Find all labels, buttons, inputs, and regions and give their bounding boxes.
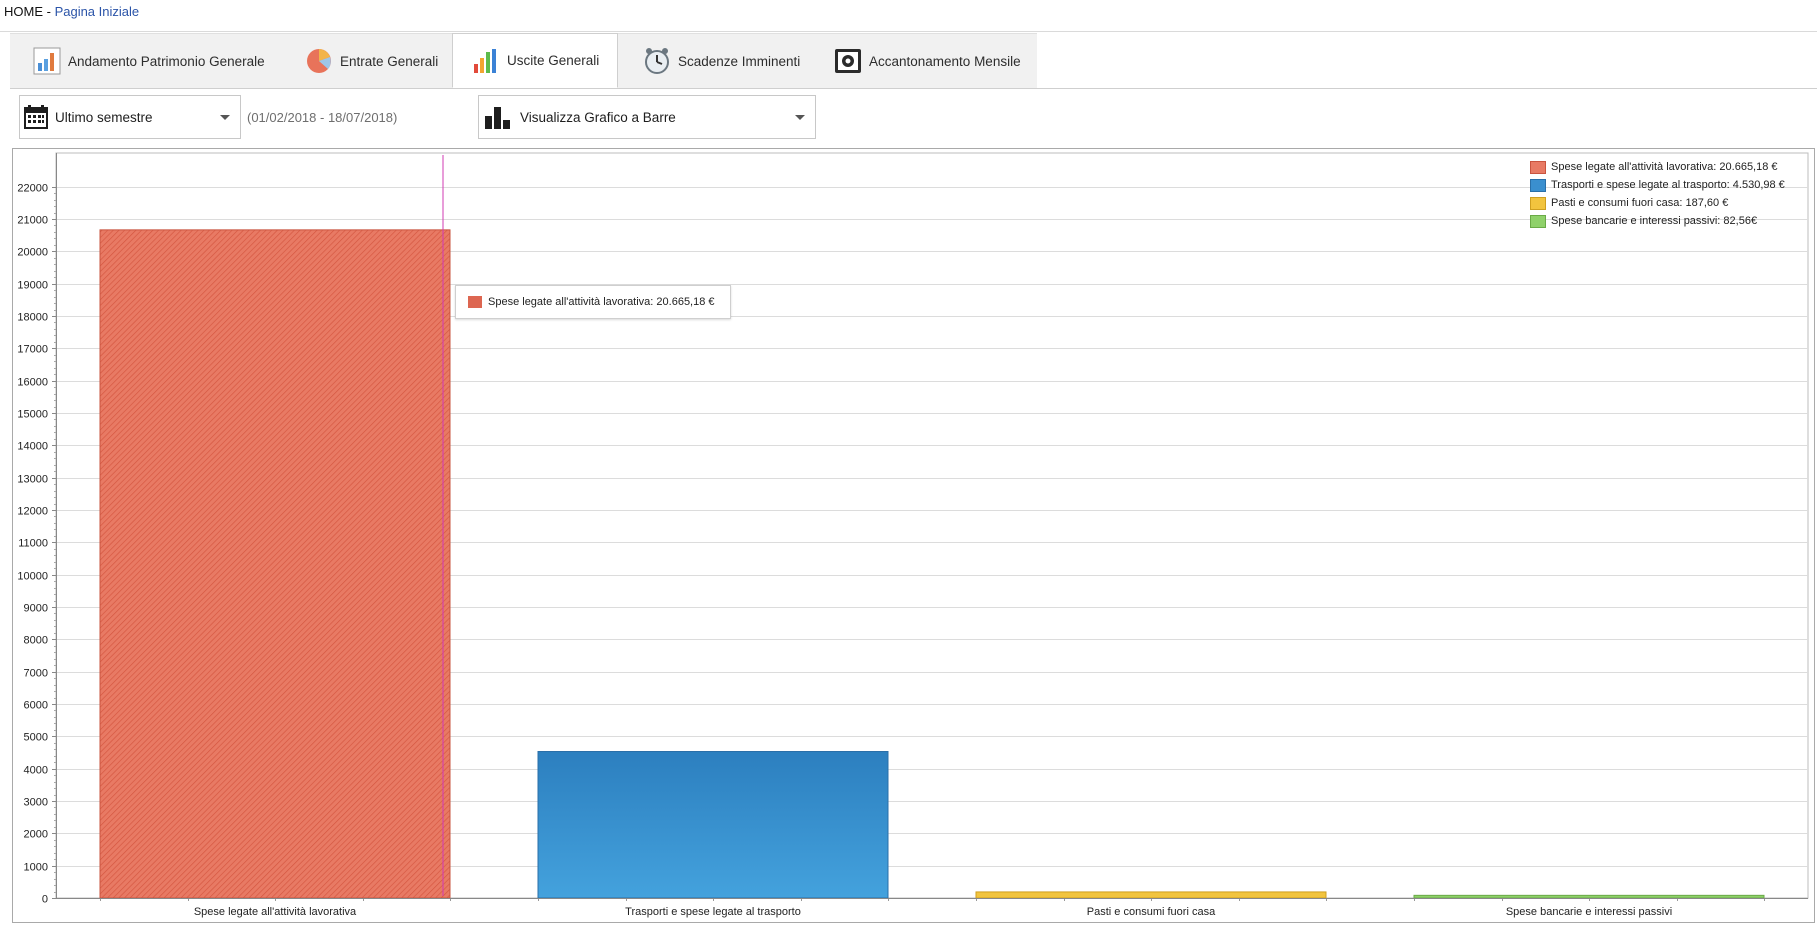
bar-chart: 0 1000 2000 3000 4000 5000 6000 7000 8000 9000 100… [17,152,1809,918]
x-tick-label: Trasporti e spese legate al trasporto [625,906,801,918]
bar-chart-icon [471,46,501,76]
legend-swatch [1530,178,1546,192]
tab-label: Entrate Generali [340,53,439,69]
y-tick-label: 0 [42,894,48,906]
breadcrumb-separator: - [43,4,55,19]
chart-panel: 0 1000 2000 3000 4000 5000 6000 7000 8000 9000 100… [12,148,1815,923]
y-tick-label: 13000 [17,474,48,486]
tooltip-text: Spese legate all'attività lavorativa: 20… [488,296,715,308]
y-tick-label: 9000 [24,603,48,615]
legend-item: Pasti e consumi fuori casa: 187,60 € [1530,194,1785,212]
tab-uscite-generali[interactable]: Uscite Generali [452,33,618,88]
chart-legend: Spese legate all'attività lavorativa: 20… [1530,158,1785,230]
tab-label: Uscite Generali [507,53,600,68]
pie-chart-icon [304,46,334,76]
tab-bar: Andamento Patrimonio Generale Entrate Ge… [10,33,1037,88]
y-tick-label: 20000 [17,247,48,259]
safe-icon [833,46,863,76]
chevron-down-icon [220,115,230,120]
legend-item: Spese bancarie e interessi passivi: 82,5… [1530,212,1785,230]
tooltip-swatch [468,296,482,308]
y-tick-label: 2000 [24,829,48,841]
y-tick-label: 5000 [24,732,48,744]
tab-scadenze-imminenti[interactable]: Scadenze Imminenti [642,34,800,88]
bar[interactable] [99,229,451,899]
tab-label: Scadenze Imminenti [678,53,801,69]
y-tick-label: 16000 [17,377,48,389]
y-tick-label: 12000 [17,506,48,518]
legend-swatch [1530,214,1546,228]
x-tick-label: Spese legate all'attività lavorativa [194,906,357,918]
x-tick-label: Spese bancarie e interessi passivi [1506,906,1672,918]
legend-item: Trasporti e spese legate al trasporto: 4… [1530,176,1785,194]
bar[interactable] [1413,894,1765,899]
x-tick-label: Pasti e consumi fuori casa [1087,906,1216,918]
chevron-down-icon [795,115,805,120]
bar-chart-view-icon [484,104,512,130]
breadcrumb-home[interactable]: HOME [4,4,43,19]
chart-view-select[interactable]: Visualizza Grafico a Barre [478,95,816,139]
breadcrumb: HOME - Pagina Iniziale [4,4,139,19]
legend-label: Spese legate all'attività lavorativa: 20… [1551,161,1778,173]
header-divider [0,31,1817,32]
y-tick-label: 8000 [24,635,48,647]
calendar-icon [23,104,49,130]
legend-swatch [1530,160,1546,174]
trend-chart-icon [32,46,62,76]
y-tick-label: 18000 [17,312,48,324]
y-tick-label: 22000 [17,183,48,195]
y-tick-label: 11000 [18,538,48,550]
period-select-value: Ultimo semestre [55,109,153,125]
chart-bars [99,229,1765,899]
y-tick-label: 3000 [24,797,48,809]
tab-label: Andamento Patrimonio Generale [68,53,265,69]
legend-label: Trasporti e spese legate al trasporto: 4… [1551,179,1785,191]
tab-bar-divider [10,88,1817,89]
breadcrumb-current[interactable]: Pagina Iniziale [55,4,140,19]
y-tick-label: 10000 [17,571,48,583]
legend-swatch [1530,196,1546,210]
y-tick-label: 17000 [17,344,48,356]
bar[interactable] [537,751,889,899]
tab-label: Accantonamento Mensile [869,53,1021,69]
date-range-label: (01/02/2018 - 18/07/2018) [247,110,398,125]
tab-entrate-generali[interactable]: Entrate Generali [304,34,438,88]
period-select[interactable]: Ultimo semestre [19,95,241,139]
tab-accantonamento-mensile[interactable]: Accantonamento Mensile [833,34,1021,88]
chart-view-select-value: Visualizza Grafico a Barre [520,109,676,125]
chart-tooltip: Spese legate all'attività lavorativa: 20… [455,285,731,319]
y-tick-label: 21000 [17,215,48,227]
y-tick-label: 4000 [24,765,48,777]
y-tick-label: 19000 [17,280,48,292]
alarm-clock-icon [642,46,672,76]
y-tick-label: 14000 [17,441,48,453]
bar[interactable] [975,891,1327,899]
y-tick-label: 6000 [24,700,48,712]
legend-label: Pasti e consumi fuori casa: 187,60 € [1551,197,1729,209]
y-tick-label: 15000 [17,409,48,421]
y-tick-label: 1000 [24,862,48,874]
x-axis: Spese legate all'attività lavorativa Tras… [56,898,1808,918]
legend-label: Spese bancarie e interessi passivi: 82,5… [1551,215,1758,227]
legend-item: Spese legate all'attività lavorativa: 20… [1530,158,1785,176]
y-axis: 0 1000 2000 3000 4000 5000 6000 7000 8000 9000 100… [17,153,57,906]
y-tick-label: 7000 [24,668,48,680]
tab-andamento-patrimonio[interactable]: Andamento Patrimonio Generale [32,34,265,88]
